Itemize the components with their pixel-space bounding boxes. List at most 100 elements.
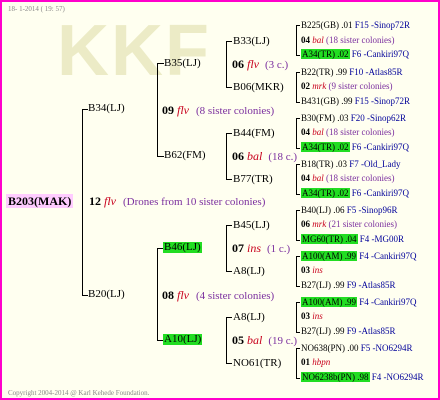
gen2-year-line-3: 07 ins (1 c.) (232, 242, 290, 255)
gen4-note: (18 sister colonies) (326, 35, 395, 45)
root-queen[interactable]: B203(MAK) (6, 194, 74, 208)
gen1-year-1: 09 (162, 103, 174, 117)
gen4-year: 04 (301, 173, 310, 183)
gen4-queen[interactable]: B18(TR) .03 (301, 159, 347, 169)
gen4-queen[interactable]: NO638(PN) .00 (301, 343, 359, 353)
root-code: flv (104, 194, 116, 208)
gen4-line: A34(TR) .02 F6 -Cankiri97Q (301, 142, 409, 152)
gen2-note-1: (3 c.) (265, 59, 289, 71)
gen1-year-2: 08 (162, 288, 174, 302)
gen4-line: A100(AM) .99 F4 -Cankiri97Q (301, 297, 417, 307)
gen4-line: 03 ins (301, 266, 323, 275)
gen3-queen-6[interactable]: A8(LJ) (233, 266, 265, 277)
gen4-year: 04 (301, 127, 310, 137)
gen2-queen-4[interactable]: A10(LJ) (163, 334, 203, 345)
gen4-line: 04 bal (18 sister colonies) (301, 36, 395, 45)
gen2-year-line-1: 06 flv (3 c.) (232, 58, 288, 71)
gen4-queen[interactable]: B22(TR) .99 (301, 67, 347, 77)
gen4-origin: F6 -Cankiri97Q (351, 188, 409, 198)
gen3-queen-1[interactable]: B33(LJ) (233, 36, 270, 47)
gen4-origin: F15 -Sinop72R (354, 96, 411, 106)
gen4-origin: F4 -NO6294R (371, 372, 424, 382)
gen2-note-3: (1 c.) (267, 243, 291, 255)
gen4-origin: F9 -Atlas85R (346, 280, 396, 290)
gen1-code-1: flv (177, 103, 189, 117)
gen4-queen[interactable]: B431(GB) .99 (301, 96, 353, 106)
gen2-code-2: bal (247, 149, 263, 163)
gen1-year-line-2: 08 flv (4 sister colonies) (162, 289, 274, 302)
gen4-queen[interactable]: B225(GB) .01 (301, 20, 353, 30)
gen1-queen-2[interactable]: B20(LJ) (88, 289, 125, 300)
gen4-line: NO638(PN) .00 F5 -NO6294R (301, 344, 413, 353)
gen4-queen[interactable]: B40(LJ) .06 (301, 205, 345, 215)
gen4-line: B22(TR) .99 F10 -Atlas85R (301, 68, 403, 77)
gen2-code-3: ins (247, 241, 262, 255)
gen3-queen-7[interactable]: A8(LJ) (233, 312, 265, 323)
gen2-queen-2[interactable]: B62(FM) (164, 150, 206, 161)
gen4-code: mrk (312, 81, 327, 91)
gen4-origin: F6 -Cankiri97Q (351, 142, 409, 152)
gen4-code: bal (312, 127, 324, 137)
gen4-line: MG60(TR) .04 F4 -MG00R (301, 234, 404, 244)
gen4-line: B40(LJ) .06 F5 -Sinop96R (301, 206, 398, 215)
gen4-line: 03 ins (301, 312, 323, 321)
gen4-line: B225(GB) .01 F15 -Sinop72R (301, 21, 410, 30)
gen2-queen-1[interactable]: B35(LJ) (164, 58, 201, 69)
gen2-note-2: (18 c.) (268, 151, 298, 163)
gen4-origin: F20 -Sinop62R (350, 113, 407, 123)
gen3-queen-4[interactable]: B77(TR) (233, 174, 273, 185)
gen4-line: A100(AM) .99 F4 -Cankiri97Q (301, 251, 417, 261)
gen4-queen[interactable]: A34(TR) .02 (301, 188, 350, 198)
gen4-queen[interactable]: A34(TR) .02 (301, 142, 350, 152)
gen3-queen-5[interactable]: B45(LJ) (233, 220, 270, 231)
gen4-year: 03 (301, 311, 310, 321)
gen1-code-2: flv (177, 288, 189, 302)
gen4-code: bal (312, 173, 324, 183)
gen4-origin: F4 -Cankiri97Q (359, 297, 417, 307)
gen4-line: A34(TR) .02 F6 -Cankiri97Q (301, 188, 409, 198)
gen4-queen[interactable]: A34(TR) .02 (301, 49, 350, 59)
gen4-year: 01 (301, 357, 310, 367)
gen4-line: 04 bal (18 sister colonies) (301, 128, 395, 137)
gen3-queen-3[interactable]: B44(FM) (233, 128, 275, 139)
gen4-year: 03 (301, 265, 310, 275)
gen4-origin: F7 -Old_Lady (349, 159, 401, 169)
gen2-year-line-2: 06 bal (18 c.) (232, 150, 297, 163)
watermark-logo: KKF (57, 11, 211, 91)
gen4-note: (18 sister colonies) (326, 173, 395, 183)
gen3-queen-8[interactable]: NO61(TR) (233, 358, 281, 369)
pedigree-frame: { "date": "18- 1-2014 ( 19: 57)", "copyr… (0, 0, 440, 400)
copyright: Copyright 2004-2014 @ Karl Kehede Founda… (8, 389, 150, 397)
gen4-line: B27(LJ) .99 F9 -Atlas85R (301, 327, 396, 336)
gen4-code: bal (312, 35, 324, 45)
gen4-code: ins (312, 265, 323, 275)
gen4-note: (21 sister colonies) (328, 219, 397, 229)
gen1-note-1: (8 sister colonies) (196, 105, 275, 117)
gen2-year-2: 06 (232, 149, 244, 163)
gen4-queen[interactable]: B30(FM) .03 (301, 113, 349, 123)
gen4-year: 04 (301, 35, 310, 45)
gen4-code: hbpn (312, 357, 331, 367)
gen4-queen[interactable]: NO6238b(PN) .98 (301, 372, 370, 382)
gen4-queen[interactable]: B27(LJ) .99 (301, 326, 345, 336)
root-year: 12 (89, 194, 101, 208)
gen4-queen[interactable]: B27(LJ) .99 (301, 280, 345, 290)
gen1-queen-1[interactable]: B34(LJ) (88, 103, 125, 114)
gen2-year-3: 07 (232, 241, 244, 255)
gen4-queen[interactable]: A100(AM) .99 (301, 251, 357, 261)
gen4-queen[interactable]: MG60(TR) .04 (301, 234, 358, 244)
gen4-line: A34(TR) .02 F6 -Cankiri97Q (301, 49, 409, 59)
gen4-origin: F5 -Sinop96R (346, 205, 398, 215)
gen2-queen-3[interactable]: B46(LJ) (163, 242, 202, 253)
gen4-year: 02 (301, 81, 310, 91)
gen4-line: NO6238b(PN) .98 F4 -NO6294R (301, 372, 424, 382)
gen4-queen[interactable]: A100(AM) .99 (301, 297, 357, 307)
gen1-note-2: (4 sister colonies) (196, 290, 275, 302)
gen4-line: B27(LJ) .99 F9 -Atlas85R (301, 281, 396, 290)
gen3-queen-2[interactable]: B06(MKR) (233, 82, 284, 93)
date-stamp: 18- 1-2014 ( 19: 57) (8, 5, 65, 13)
root-note: (Drones from 10 sister colonies) (123, 196, 266, 208)
gen2-note-4: (19 c.) (268, 335, 298, 347)
gen4-line: 02 mrk (9 sister colonies) (301, 82, 392, 91)
gen4-origin: F15 -Sinop72R (354, 20, 411, 30)
